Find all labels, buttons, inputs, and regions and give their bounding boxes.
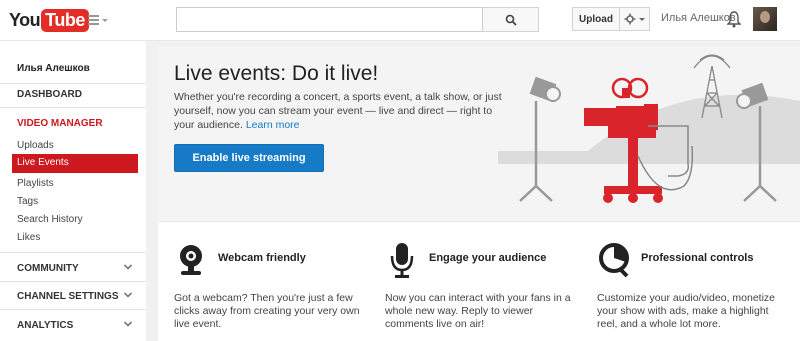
chevron-down-icon[interactable] <box>124 291 132 299</box>
hero-description: Whether you're recording a concert, a sp… <box>174 90 504 132</box>
sidebar-channel-name[interactable]: Илья Алешков <box>17 63 90 74</box>
feature-description: Got a webcam? Then you're just a few cli… <box>174 292 360 330</box>
gear-icon <box>624 13 645 25</box>
sidebar-community[interactable]: COMMUNITY <box>17 263 79 274</box>
sidebar-item-live-events[interactable]: Live Events <box>12 154 138 173</box>
feature-description: Customize your audio/video, monetize you… <box>597 292 776 330</box>
sidebar-divider <box>0 83 146 84</box>
sidebar-item-tags[interactable]: Tags <box>17 196 38 207</box>
chevron-down-icon[interactable] <box>124 263 132 271</box>
sidebar-item-playlists[interactable]: Playlists <box>17 178 54 189</box>
upload-button[interactable]: Upload <box>572 7 620 31</box>
search-icon <box>505 14 517 26</box>
live-events-hero: Live events: Do it live! Whether you're … <box>158 46 800 221</box>
features-row: Webcam friendly Got a webcam? Then you'r… <box>158 221 800 341</box>
sidebar-item-search-history[interactable]: Search History <box>17 214 83 225</box>
sidebar-divider <box>0 252 146 253</box>
feature-title: Engage your audience <box>429 252 547 264</box>
sidebar-divider <box>0 309 146 310</box>
sidebar-channel-settings[interactable]: CHANNEL SETTINGS <box>17 291 119 302</box>
guide-menu-icon[interactable] <box>88 13 110 27</box>
hero-description-text: Whether you're recording a concert, a sp… <box>174 91 502 131</box>
sidebar-item-label: Live Events <box>17 157 69 168</box>
controls-icon <box>599 243 629 278</box>
settings-button[interactable] <box>620 7 650 31</box>
header-user-name[interactable]: Илья Алешков <box>661 12 736 24</box>
youtube-logo[interactable]: You Tube <box>9 7 89 33</box>
user-avatar[interactable] <box>753 7 777 31</box>
microphone-icon <box>390 243 414 278</box>
sidebar-item-uploads[interactable]: Uploads <box>17 140 54 151</box>
sidebar-item-likes[interactable]: Likes <box>17 232 40 243</box>
sidebar-dashboard[interactable]: DASHBOARD <box>17 89 82 100</box>
chevron-down-icon[interactable] <box>124 320 132 328</box>
feature-title: Webcam friendly <box>218 252 306 264</box>
feature-description: Now you can interact with your fans in a… <box>385 292 571 330</box>
page-title: Live events: Do it live! <box>174 62 379 85</box>
sidebar-divider <box>0 107 146 108</box>
left-sidebar: Илья Алешков DASHBOARD VIDEO MANAGER Upl… <box>0 41 146 341</box>
live-studio-illustration <box>498 54 800 203</box>
main-content: Live events: Do it live! Whether you're … <box>158 46 800 341</box>
sidebar-divider <box>0 281 146 282</box>
top-header: You Tube Upload Илья Алешков <box>0 0 800 41</box>
feature-title: Professional controls <box>641 252 754 264</box>
webcam-icon <box>180 245 202 275</box>
logo-you-text: You <box>9 9 41 30</box>
enable-live-streaming-button[interactable]: Enable live streaming <box>174 144 324 172</box>
sidebar-analytics[interactable]: ANALYTICS <box>17 320 73 331</box>
learn-more-link[interactable]: Learn more <box>246 119 300 131</box>
notifications-bell-icon[interactable] <box>727 10 741 28</box>
logo-tube-text: Tube <box>41 8 89 32</box>
search-button[interactable] <box>483 7 539 32</box>
search-input[interactable] <box>176 7 483 32</box>
sidebar-video-manager[interactable]: VIDEO MANAGER <box>17 118 103 129</box>
